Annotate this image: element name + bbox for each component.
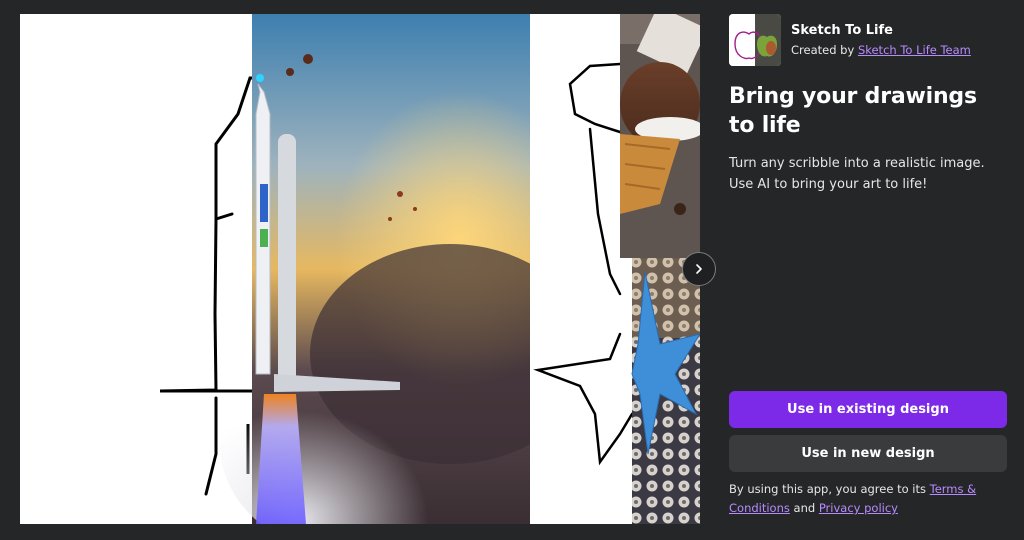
creator-link[interactable]: Sketch To Life Team	[858, 43, 971, 57]
legal-and: and	[793, 501, 816, 515]
app-name: Sketch To Life	[791, 23, 893, 38]
legal-notice: By using this app, you agree to its Term…	[729, 480, 1007, 518]
app-description: Turn any scribble into a realistic image…	[729, 156, 985, 192]
legal-prefix: By using this app, you agree to its	[729, 482, 926, 496]
app-details-panel: Sketch To Life Created by Sketch To Life…	[729, 14, 1007, 524]
apple-sketch-icon	[729, 14, 781, 66]
preview-image	[20, 14, 700, 524]
chevron-right-icon	[696, 264, 702, 274]
app-creator-line: Created by Sketch To Life Team	[791, 42, 971, 58]
use-in-new-design-button[interactable]: Use in new design	[729, 435, 1007, 472]
app-headline: Bring your drawings to life	[729, 84, 977, 138]
next-slide-button[interactable]	[682, 252, 716, 286]
app-thumbnail	[729, 14, 781, 66]
privacy-policy-link[interactable]: Privacy policy	[819, 501, 898, 515]
created-by-label: Created by	[791, 43, 855, 57]
preview-gallery	[20, 14, 700, 524]
app-header: Sketch To Life Created by Sketch To Life…	[729, 14, 1007, 66]
use-in-existing-design-button[interactable]: Use in existing design	[729, 391, 1007, 428]
